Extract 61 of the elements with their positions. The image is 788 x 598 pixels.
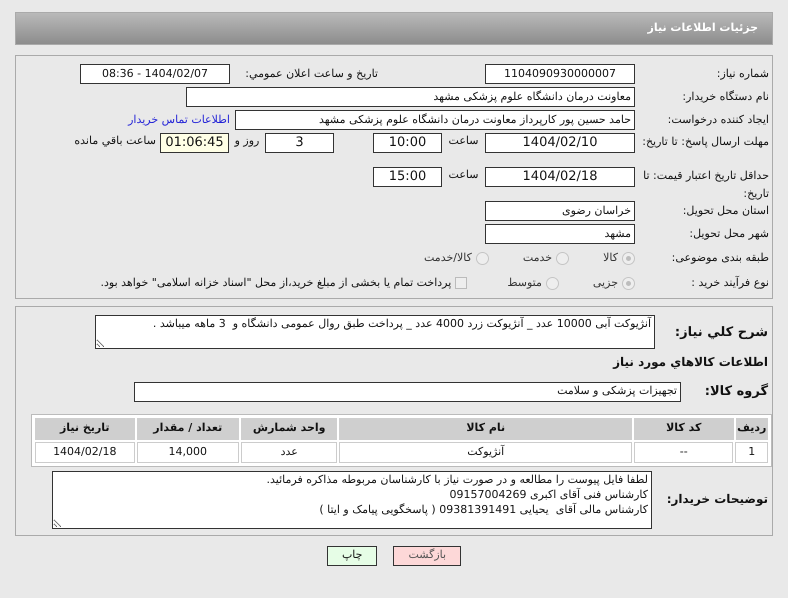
field-label: ایجاد کننده درخواست: [666, 112, 769, 128]
field-label: شماره نیاز: [716, 66, 769, 82]
table-cell: 1404/02/18 [35, 442, 134, 462]
radio-button[interactable] [556, 252, 570, 264]
radio-button[interactable] [546, 276, 559, 290]
field-label: طبقه بندی موضوعی: [670, 250, 769, 266]
field-label: ساعت [448, 168, 478, 181]
column-header: واحد شمارش [240, 418, 338, 440]
table-cell: 1 [735, 442, 768, 462]
print-button[interactable]: چاپ [326, 546, 378, 566]
summary-field[interactable]: آنژیوکت آبی 10000 عدد _ آنژیوکت زرد 4000 عدد _ پرداخت طبق روال عمومی دانشگاه و 3 ماهه میباشد . [95, 315, 655, 349]
field-label: مهلت ارسال پاسخ: تا تاریخ: [641, 134, 769, 150]
radio-label: متوسط [507, 274, 542, 291]
field-label: گروه کالا: [704, 384, 768, 399]
payment-note: پرداخت تمام یا بخشی از مبلغ خرید،از محل "اسناد خزانه اسلامی" خواهد بود. [100, 274, 452, 291]
page-title: جزئیات اطلاعات نیاز [648, 20, 758, 36]
validity-date-field[interactable]: 1404/02/18 [485, 167, 635, 187]
announce-date-field[interactable]: 1404/02/07 - 08:36 [80, 64, 230, 84]
field-label: تاریخ و ساعت اعلان عمومي: [245, 66, 378, 80]
buyer-field[interactable]: معاونت درمان دانشگاه علوم پزشکی مشهد [186, 87, 635, 107]
radio-label: کالا/خدمت [424, 250, 472, 266]
field-label: توضیحات خریدار: [666, 492, 768, 506]
deadline-time-field[interactable]: 10:00 [373, 133, 442, 153]
field-label: نام دستگاه خریدار: [681, 89, 769, 105]
field-label: ساعت [448, 134, 478, 147]
need-number-field[interactable]: 1104090930000007 [485, 64, 635, 84]
table-cell: عدد [240, 442, 338, 462]
column-header: تاریخ نیاز [35, 418, 134, 440]
field-label: حداقل تاریخ اعتبار قیمت: تا تاریخ: [642, 168, 769, 202]
field-label: نوع فرآیند خرید : [690, 274, 769, 291]
section-title: اطلاعات کالاهاي مورد نیاز [613, 355, 768, 369]
field-label: استان محل تحویل: [682, 203, 769, 219]
field-label: روز و [234, 134, 260, 147]
radio-button[interactable] [622, 276, 635, 290]
field-label: ساعت باقي مانده [74, 134, 156, 147]
goods-group-field[interactable]: تجهیزات پزشکی و سلامت [134, 382, 681, 402]
checkbox[interactable] [455, 277, 468, 289]
deadline-date-field[interactable]: 1404/02/10 [485, 133, 635, 153]
table-cell: -- [634, 442, 734, 462]
field-label: شرح کلي نیاز: [674, 325, 768, 340]
column-header: تعداد / مقدار [136, 418, 239, 440]
field-label: شهر محل تحویل: [688, 226, 769, 242]
contact-link[interactable]: اطلاعات تماس خریدار [128, 112, 230, 128]
table-cell: 14,000 [136, 442, 239, 462]
radio-label: کالا [603, 250, 618, 266]
buyer-notes-field[interactable]: لطفا فایل پیوست را مطالعه و در صورت نیاز با کارشناسان مربوطه مذاکره فرمائید. کارشناس فنی آقای اکبری 09157004269 کارشناس مالی آقای یحیایی 09381391491 ( پاسخگویی پیامک و ایتا ) [52, 470, 652, 528]
validity-time-field[interactable]: 15:00 [373, 167, 442, 187]
radio-button[interactable] [622, 252, 635, 264]
column-header: کد کالا [634, 418, 734, 440]
back-button[interactable]: بازگشت [393, 546, 462, 566]
remaining-time-field[interactable]: 01:06:45 [160, 133, 229, 153]
city-field[interactable]: مشهد [485, 224, 635, 244]
days-field[interactable]: 3 [265, 133, 334, 153]
column-header: نام کالا [339, 418, 632, 440]
table-cell: آنژیوکت [339, 442, 632, 462]
province-field[interactable]: خراسان رضوی [485, 201, 635, 221]
radio-label: خدمت [522, 250, 552, 266]
radio-button[interactable] [476, 252, 489, 264]
column-header: ردیف [736, 418, 768, 440]
radio-label: جزیی [592, 274, 618, 291]
requester-field[interactable]: حامد حسین پور کارپرداز معاونت درمان دانشگاه علوم پزشکی مشهد [235, 110, 635, 130]
